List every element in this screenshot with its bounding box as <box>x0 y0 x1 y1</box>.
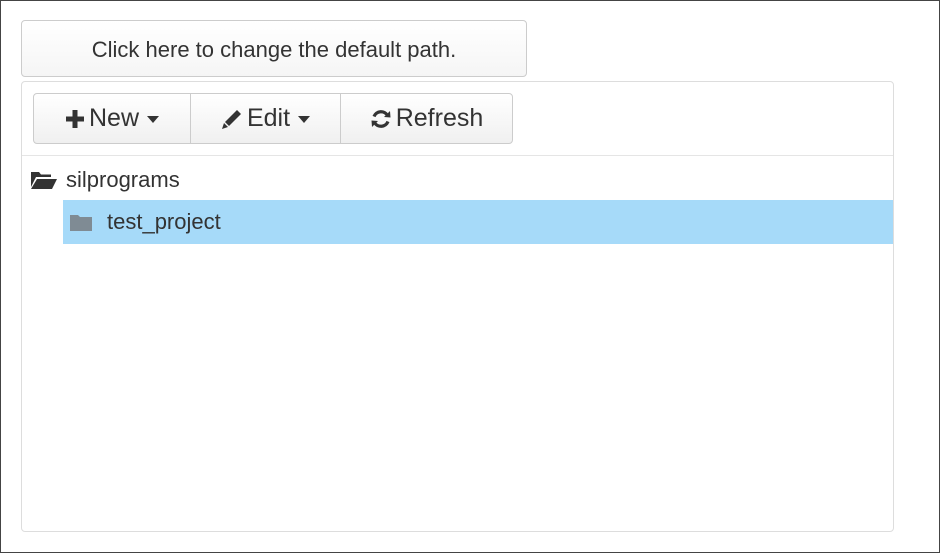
pencil-icon <box>221 108 243 130</box>
new-button-label: New <box>88 104 139 132</box>
refresh-icon <box>370 108 392 130</box>
window-frame: Click here to change the default path. N… <box>0 0 940 553</box>
file-tree-panel: New Edit Refresh silprograms test_projec… <box>21 81 894 532</box>
edit-button-label: Edit <box>246 104 291 132</box>
chevron-down-icon <box>147 116 159 123</box>
change-default-path-button[interactable]: Click here to change the default path. <box>21 20 527 77</box>
chevron-down-icon <box>298 116 311 123</box>
tree-node-test-project[interactable]: test_project <box>63 200 893 244</box>
tree-node-silprograms[interactable]: silprograms <box>30 166 180 194</box>
plus-icon <box>65 109 85 129</box>
toolbar-divider <box>22 155 893 156</box>
folder-icon <box>69 212 93 232</box>
tree-node-label: silprograms <box>66 167 180 192</box>
refresh-button[interactable]: Refresh <box>340 93 513 144</box>
edit-dropdown-button[interactable]: Edit <box>190 93 341 144</box>
refresh-button-label: Refresh <box>395 104 484 132</box>
tree-node-label: test_project <box>107 209 221 234</box>
toolbar: New Edit Refresh <box>33 93 513 144</box>
folder-open-icon <box>30 169 58 191</box>
new-dropdown-button[interactable]: New <box>33 93 191 144</box>
